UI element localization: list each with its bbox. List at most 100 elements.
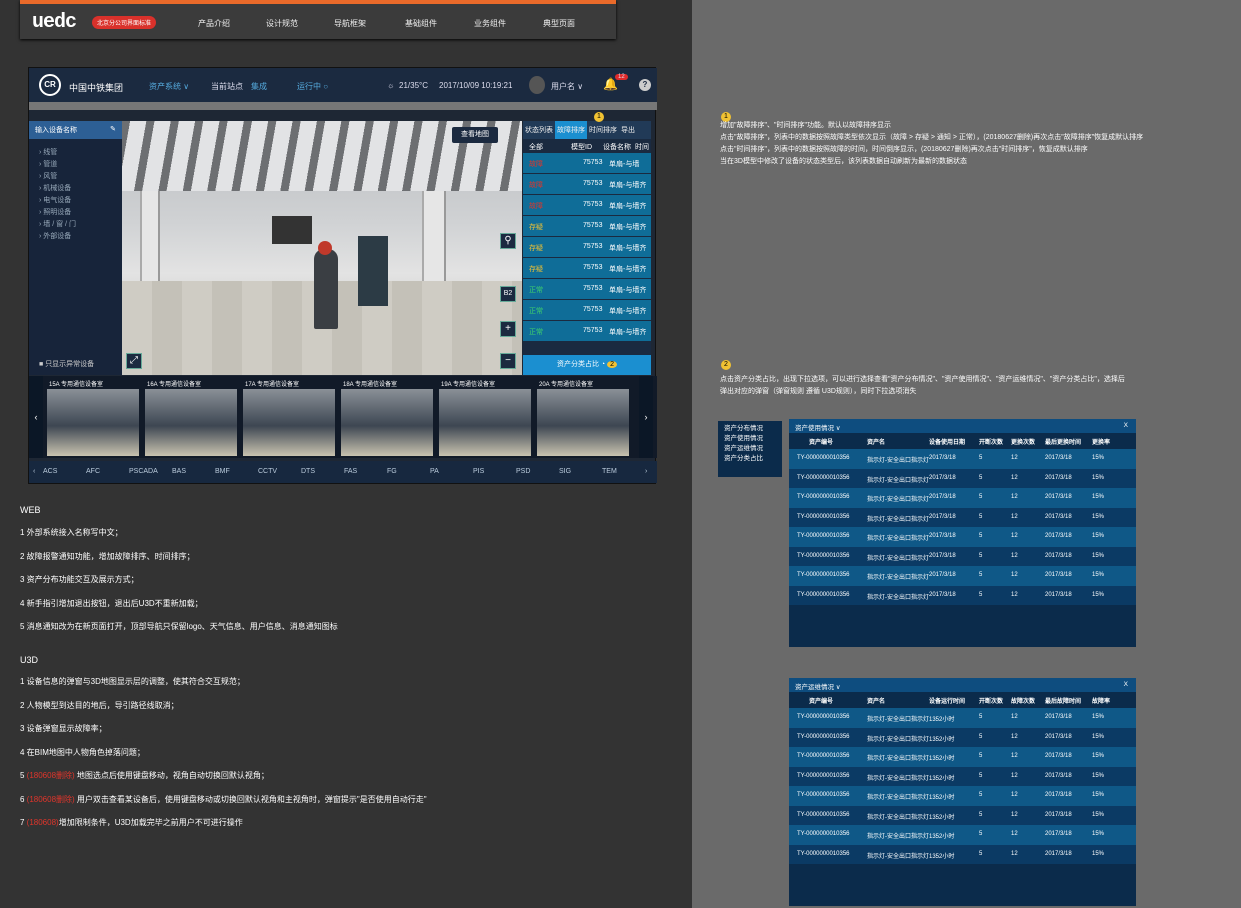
table-row[interactable]: TY-0000000010356 指示灯-安全出口指示灯 2017/3/18 5 12 2… [789, 449, 1136, 469]
device-search[interactable]: 输入设备名称 ✎ [29, 121, 122, 139]
zoom-in-button[interactable]: + [500, 321, 516, 337]
status-row[interactable]: 存疑 75753 单扇-与墙齐 [523, 258, 651, 278]
camera-thumbnail[interactable]: 15A 专用通信设备室 [45, 376, 141, 458]
menu-item[interactable]: 资产分布情况 [724, 424, 776, 434]
table-title[interactable]: 资产运维情况 ∨ [795, 684, 841, 691]
status-row[interactable]: 故障 75753 单扇-与墙齐 [523, 195, 651, 215]
status-row[interactable]: 正常 75753 单扇-与墙齐 [523, 300, 651, 320]
status-model-id: 75753 [583, 243, 603, 250]
subsystem-pis[interactable]: PIS [473, 468, 484, 475]
3d-scene-viewport[interactable]: 查看地图 ⚲ B2 + − ⤢ [122, 121, 522, 375]
subsystem-acs[interactable]: ACS [43, 468, 57, 475]
user-menu[interactable]: 用户名 ∨ [551, 81, 583, 92]
zoom-out-button[interactable]: − [500, 353, 516, 369]
edit-icon[interactable]: ✎ [110, 125, 116, 133]
subsystem-dts[interactable]: DTS [301, 468, 315, 475]
location-pin-icon[interactable]: ⚲ [500, 233, 516, 249]
status-row[interactable]: 存疑 75753 单扇-与墙齐 [523, 216, 651, 236]
close-icon[interactable]: X [1124, 681, 1128, 688]
table-row[interactable]: TY-0000000010356 指示灯-安全出口指示灯 2017/3/18 5 12 2… [789, 585, 1136, 605]
table-row[interactable]: TY-0000000010356 指示灯-安全出口指示灯 2017/3/18 5 12 2… [789, 488, 1136, 508]
abnormal-only-checkbox[interactable]: ■ 只显示异常设备 [39, 359, 94, 369]
camera-thumbnail[interactable]: 16A 专用通信设备室 [143, 376, 239, 458]
camera-thumbnail[interactable]: 19A 专用通信设备室 [437, 376, 533, 458]
help-icon[interactable]: ? [639, 79, 651, 91]
nav-item-framework[interactable]: 导航框架 [334, 18, 366, 29]
status-row[interactable]: 存疑 75753 单扇-与墙齐 [523, 237, 651, 257]
table-row[interactable]: TY-0000000010356 指示灯-安全出口指示灯 2017/3/18 5 12 2… [789, 527, 1136, 547]
table-row[interactable]: TY-0000000010356 指示灯-安全出口指示灯 2017/3/18 5 12 2… [789, 468, 1136, 488]
table-row[interactable]: TY-0000000010356 指示灯-安全出口指示灯 1352小时 5 12 2017… [789, 844, 1136, 864]
system-select[interactable]: 资产系统 ∨ [149, 81, 189, 92]
avatar[interactable] [529, 76, 545, 94]
table-row[interactable]: TY-0000000010356 指示灯-安全出口指示灯 1352小时 5 12 2017… [789, 727, 1136, 747]
subsystem-afc[interactable]: AFC [86, 468, 100, 475]
subsystem-psd[interactable]: PSD [516, 468, 530, 475]
subsystem-tem[interactable]: TEM [602, 468, 617, 475]
menu-item[interactable]: 资产使用情况 [724, 434, 776, 444]
nav-item-components[interactable]: 基础组件 [405, 18, 437, 29]
menu-item[interactable]: 资产运维情况 [724, 444, 776, 454]
sidebar-item-wall-window-door[interactable]: › 墙 / 窗 / 门 [29, 217, 122, 229]
nav-item-product[interactable]: 产品介绍 [198, 18, 230, 29]
filter-all[interactable]: 全部 [529, 142, 543, 152]
status-row[interactable]: 故障 75753 单扇-与墙齐 [523, 174, 651, 194]
sidebar-item-duct[interactable]: › 风管 [29, 169, 122, 181]
table-cell: 2017/3/18 [1045, 474, 1072, 481]
sidebar-item-conduit[interactable]: › 线管 [29, 145, 122, 157]
sysbar-prev-arrow[interactable]: ‹ [33, 468, 35, 475]
sidebar-item-pipe[interactable]: › 管道 [29, 157, 122, 169]
subsystem-pscada[interactable]: PSCADA [129, 468, 158, 475]
table-title[interactable]: 资产使用情况 ∨ [795, 425, 841, 432]
tab-fault-sort[interactable]: 故障排序 [555, 121, 587, 139]
table-row[interactable]: TY-0000000010356 指示灯-安全出口指示灯 2017/3/18 5 12 2… [789, 546, 1136, 566]
view-map-button[interactable]: 查看地图 [452, 127, 498, 143]
nav-item-spec[interactable]: 设计规范 [266, 18, 298, 29]
menu-item[interactable]: 资产分类占比 [724, 454, 776, 464]
subsystem-fas[interactable]: FAS [344, 468, 357, 475]
subsystem-fg[interactable]: FG [387, 468, 397, 475]
web-note: 5 消息通知改为在新页面打开，顶部导航只保留logo、天气信息、用户信息、消息通… [20, 622, 338, 631]
table-cell: 1352小时 [929, 756, 955, 762]
sysbar-next-arrow[interactable]: › [645, 468, 647, 475]
uedc-logo[interactable]: uedc [32, 11, 77, 34]
thumbs-next-arrow[interactable]: › [639, 376, 653, 458]
asset-category-button[interactable]: 资产分类占比 ◔ 2 [523, 355, 651, 375]
sidebar-item-electrical[interactable]: › 电气设备 [29, 193, 122, 205]
table-row[interactable]: TY-0000000010356 指示灯-安全出口指示灯 1352小时 5 12 2017… [789, 708, 1136, 728]
status-row[interactable]: 正常 75753 单扇-与墙齐 [523, 279, 651, 299]
sidebar-item-lighting[interactable]: › 照明设备 [29, 205, 122, 217]
floor-selector[interactable]: B2 [500, 286, 516, 302]
fullscreen-icon[interactable]: ⤢ [126, 353, 142, 369]
tab-export[interactable]: 导出 [619, 121, 637, 139]
tab-status-list[interactable]: 状态列表 [523, 121, 555, 139]
table-row[interactable]: TY-0000000010356 指示灯-安全出口指示灯 1352小时 5 12 2017… [789, 747, 1136, 767]
table-row[interactable]: TY-0000000010356 指示灯-安全出口指示灯 1352小时 5 12 2017… [789, 825, 1136, 845]
table-row[interactable]: TY-0000000010356 指示灯-安全出口指示灯 2017/3/18 5 12 2… [789, 507, 1136, 527]
subsystem-bmf[interactable]: BMF [215, 468, 230, 475]
nav-item-pages[interactable]: 典型页面 [543, 18, 575, 29]
camera-thumbnail[interactable]: 18A 专用通信设备室 [339, 376, 435, 458]
u3d-note: 6 (180608删除) 用户双击查看某设备后，使用键盘移动或切换回默认视角和主… [20, 792, 427, 809]
table-row[interactable]: TY-0000000010356 指示灯-安全出口指示灯 1352小时 5 12 2017… [789, 786, 1136, 806]
thumbs-prev-arrow[interactable]: ‹ [29, 376, 43, 458]
nav-item-business[interactable]: 业务组件 [474, 18, 506, 29]
subsystem-cctv[interactable]: CCTV [258, 468, 277, 475]
subsystem-pa[interactable]: PA [430, 468, 439, 475]
sidebar-item-mechanical[interactable]: › 机械设备 [29, 181, 122, 193]
table-row[interactable]: TY-0000000010356 指示灯-安全出口指示灯 2017/3/18 5 12 2… [789, 566, 1136, 586]
table-cell: 指示灯-安全出口指示灯 [867, 834, 929, 840]
status-row[interactable]: 故障 75753 单扇-与墙 [523, 153, 651, 173]
table-row[interactable]: TY-0000000010356 指示灯-安全出口指示灯 1352小时 5 12 2017… [789, 805, 1136, 825]
camera-thumbnail[interactable]: 17A 专用通信设备室 [241, 376, 337, 458]
camera-thumbnail[interactable]: 20A 专用通信设备室 [535, 376, 631, 458]
subsystem-bas[interactable]: BAS [172, 468, 186, 475]
sidebar-item-external[interactable]: › 外部设备 [29, 229, 122, 241]
tab-time-sort[interactable]: 时间排序 [587, 121, 619, 139]
person-model[interactable] [314, 249, 338, 329]
station-select[interactable]: 集成 [251, 81, 267, 92]
subsystem-sig[interactable]: SIG [559, 468, 571, 475]
status-row[interactable]: 正常 75753 单扇-与墙齐 [523, 321, 651, 341]
table-row[interactable]: TY-0000000010356 指示灯-安全出口指示灯 1352小时 5 12 2017… [789, 766, 1136, 786]
close-icon[interactable]: X [1124, 422, 1128, 429]
